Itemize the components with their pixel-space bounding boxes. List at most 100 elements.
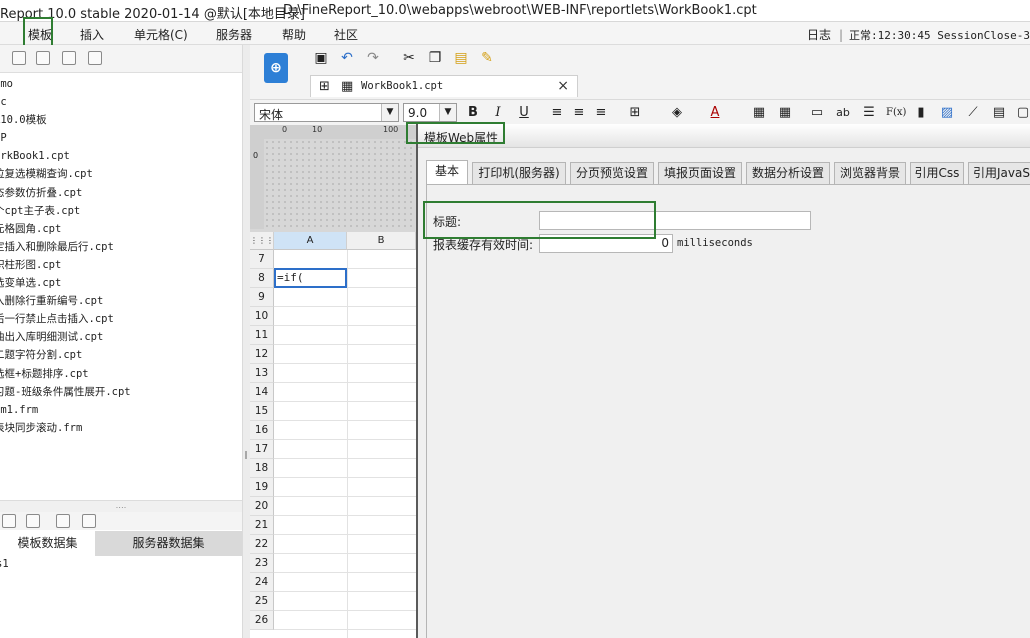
row-header[interactable]: 15 [250,402,274,421]
table-row[interactable] [274,402,416,421]
table-row[interactable] [274,345,416,364]
tab-javascript[interactable]: 引用JavaScri [968,162,1030,184]
align-right-icon[interactable]: ≡ [592,104,610,122]
tab-basic[interactable]: 基本 [426,160,468,184]
redo-icon[interactable]: ↷ [364,49,382,67]
format-painter-icon[interactable]: ✎ [478,49,496,67]
table-row[interactable] [274,554,416,573]
table-row[interactable] [274,459,416,478]
table-row[interactable] [274,611,416,630]
trash-icon[interactable] [26,514,40,528]
row-header[interactable]: 10 [250,307,274,326]
formula-icon[interactable]: F(x) [886,104,906,122]
menu-server[interactable]: 服务器 [216,26,252,43]
tree-item[interactable]: 选变单选.cpt [0,274,242,292]
row-header[interactable]: 11 [250,326,274,345]
tree-item[interactable]: 后一行禁止点击插入.cpt [0,310,242,328]
chart-icon[interactable]: ▮ [912,104,930,122]
row-header[interactable]: 8 [250,269,274,288]
frame-icon[interactable]: ▢ [1014,104,1030,122]
table-row[interactable] [274,478,416,497]
italic-button[interactable]: I [489,104,507,122]
tab-data-analysis[interactable]: 数据分析设置 [746,162,830,184]
edit-icon[interactable] [12,51,26,65]
row-header[interactable]: 26 [250,611,274,630]
tree-item[interactable]: 油出入库明细测试.cpt [0,328,242,346]
row-header[interactable]: 13 [250,364,274,383]
align-left-icon[interactable]: ≡ [548,104,566,122]
tree-item[interactable]: 积柱形图.cpt [0,256,242,274]
log-button[interactable]: 日志 [807,28,831,42]
preview-icon[interactable] [56,514,70,528]
chevron-down-icon[interactable]: ▼ [381,104,398,121]
close-icon[interactable]: × [557,78,569,94]
tab-css[interactable]: 引用Css [910,162,964,184]
active-cell-a8[interactable]: =if( [274,268,347,288]
slash-icon[interactable]: ⟋ [964,104,982,122]
copy-icon[interactable] [88,51,102,65]
menu-cell[interactable]: 单元格(C) [134,26,188,43]
tree-item[interactable]: R10.0模板 [0,111,242,129]
subreport-icon[interactable]: ▤ [990,104,1008,122]
row-header[interactable]: 17 [250,440,274,459]
title-input[interactable] [539,211,811,230]
table-row[interactable] [274,364,416,383]
settings-icon[interactable] [36,51,50,65]
tab-browser-background[interactable]: 浏览器背景 [834,162,906,184]
row-header[interactable]: 19 [250,478,274,497]
new-template-icon[interactable]: ⊕ [264,53,288,83]
menu-insert[interactable]: 插入 [80,26,104,43]
bold-button[interactable]: B [464,104,482,122]
row-header[interactable]: 9 [250,288,274,307]
table-row[interactable] [274,592,416,611]
row-header[interactable]: 21 [250,516,274,535]
tab-template-dataset[interactable]: 模板数据集 [0,531,95,556]
tree-item[interactable]: 习题-班级条件属性展开.cpt [0,383,242,401]
unmerge-cell-icon[interactable]: ▦ [776,104,794,122]
tree-item[interactable]: 态参数仿折叠.cpt [0,184,242,202]
table-row[interactable] [274,573,416,592]
paragraph-icon[interactable]: ☰ [860,104,878,122]
pencil-icon[interactable] [2,514,16,528]
tree-item[interactable]: 定插入和删除最后行.cpt [0,238,242,256]
menu-community[interactable]: 社区 [334,26,358,43]
undo-icon[interactable]: ↶ [338,49,356,67]
table-row[interactable] [274,307,416,326]
row-header[interactable]: 18 [250,459,274,478]
row-header[interactable]: 23 [250,554,274,573]
tree-item[interactable]: 表块同步滚动.frm [0,419,242,437]
tab-server-dataset[interactable]: 服务器数据集 [95,531,242,556]
insert-cell-icon[interactable]: ▭ [808,104,826,122]
tree-item[interactable]: 选框+标题排序.cpt [0,365,242,383]
tree-item[interactable]: emo [0,75,242,93]
tree-item[interactable]: 拉复选模糊查询.cpt [0,165,242,183]
tab-printer[interactable]: 打印机(服务器) [472,162,566,184]
table-row[interactable] [274,421,416,440]
delete-icon[interactable] [62,51,76,65]
tree-item[interactable]: IP [0,129,242,147]
row-header[interactable]: 7 [250,250,274,269]
underline-button[interactable]: U [515,104,533,122]
row-header[interactable]: 14 [250,383,274,402]
image-icon[interactable]: ▨ [938,104,956,122]
save-icon[interactable]: ▣ [312,49,330,67]
fill-color-icon[interactable]: ◈ [668,104,686,122]
column-header-a[interactable]: A [274,232,347,250]
select-all-corner[interactable]: ⋮⋮⋮ [250,232,274,250]
row-header[interactable]: 25 [250,592,274,611]
report-canvas[interactable] [264,139,416,229]
tree-item[interactable]: 个cpt主子表.cpt [0,202,242,220]
row-header[interactable]: 22 [250,535,274,554]
table-row[interactable] [274,440,416,459]
tree-item[interactable]: 元格圆角.cpt [0,220,242,238]
spreadsheet-grid[interactable]: ⋮⋮⋮ A B 7 8 9 10 11 12 13 14 15 16 17 18… [250,232,416,638]
cut-icon[interactable]: ✂ [400,49,418,67]
table-row[interactable] [274,326,416,345]
dialog-titlebar[interactable]: 模板Web属性 [418,124,1030,148]
tree-item[interactable]: 二题字符分割.cpt [0,346,242,364]
table-row[interactable] [274,288,416,307]
copy-doc-icon[interactable]: ❐ [426,49,444,67]
tree-item[interactable]: 入删除行重新编号.cpt [0,292,242,310]
menu-template[interactable]: 模板 [28,26,52,43]
dataset-item[interactable]: s1 [0,558,9,570]
